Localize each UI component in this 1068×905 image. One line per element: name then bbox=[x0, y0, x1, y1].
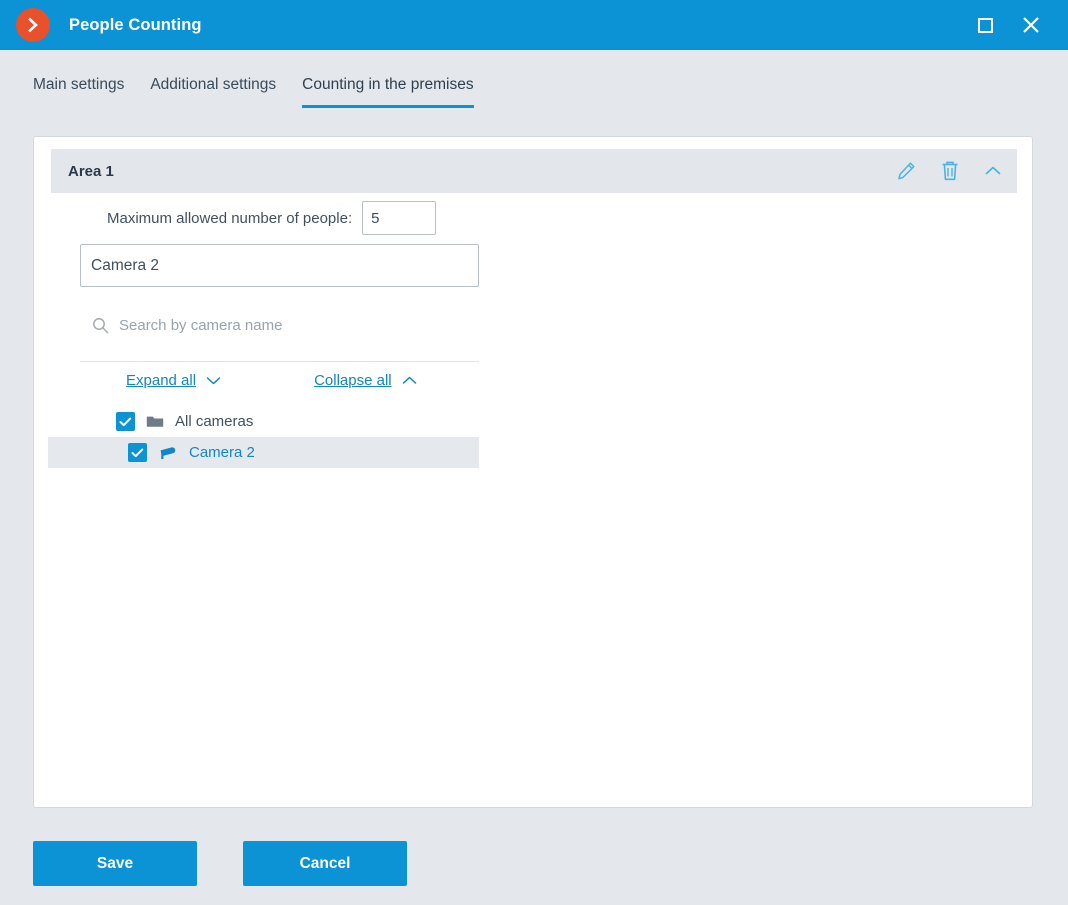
search-input[interactable] bbox=[119, 316, 449, 334]
tab-main-settings[interactable]: Main settings bbox=[33, 75, 124, 108]
camera-icon bbox=[160, 447, 176, 459]
area-actions bbox=[895, 159, 1003, 183]
check-icon bbox=[119, 417, 132, 426]
expand-collapse-bar: Expand all Collapse all bbox=[80, 361, 479, 399]
chevron-down-icon bbox=[206, 377, 221, 385]
camera-tree: All cameras Camera 2 bbox=[48, 406, 479, 468]
tree-row-all-cameras[interactable]: All cameras bbox=[48, 406, 479, 437]
close-button[interactable] bbox=[1008, 0, 1054, 50]
tree-label-camera-2: Camera 2 bbox=[189, 444, 255, 461]
close-icon bbox=[1023, 17, 1039, 33]
edit-area-button[interactable] bbox=[895, 160, 917, 182]
tab-bar: Main settings Additional settings Counti… bbox=[0, 50, 1068, 108]
max-people-input[interactable] bbox=[362, 201, 437, 235]
collapse-area-button[interactable] bbox=[983, 164, 1003, 178]
chevron-up-icon bbox=[985, 166, 1001, 175]
checkbox-camera-2[interactable] bbox=[128, 443, 147, 462]
maximize-button[interactable] bbox=[962, 0, 1008, 50]
max-people-row: Maximum allowed number of people: bbox=[107, 201, 437, 235]
expand-all-link[interactable]: Expand all bbox=[126, 372, 222, 389]
tree-row-camera-2[interactable]: Camera 2 bbox=[48, 437, 479, 468]
collapse-all-label: Collapse all bbox=[314, 372, 392, 389]
tab-additional-settings[interactable]: Additional settings bbox=[150, 75, 276, 108]
check-icon bbox=[131, 448, 144, 457]
window-controls bbox=[962, 0, 1068, 50]
expand-all-label: Expand all bbox=[126, 372, 197, 389]
checkbox-all-cameras[interactable] bbox=[116, 412, 135, 431]
pencil-icon bbox=[898, 162, 915, 180]
collapse-all-link[interactable]: Collapse all bbox=[314, 372, 418, 389]
search-icon bbox=[93, 317, 109, 333]
title-bar: People Counting bbox=[0, 0, 1068, 50]
area-header: Area 1 bbox=[51, 149, 1017, 193]
camera-search bbox=[80, 305, 479, 345]
max-people-label: Maximum allowed number of people: bbox=[107, 209, 353, 227]
folder-icon bbox=[146, 416, 164, 427]
save-button[interactable]: Save bbox=[33, 841, 197, 886]
tree-label-all-cameras: All cameras bbox=[175, 413, 254, 430]
area-name-input[interactable] bbox=[80, 244, 479, 287]
maximize-icon bbox=[977, 17, 993, 33]
trash-icon bbox=[942, 161, 958, 181]
delete-area-button[interactable] bbox=[939, 159, 961, 183]
page-title: People Counting bbox=[69, 15, 202, 34]
area-title: Area 1 bbox=[68, 162, 114, 180]
tab-counting-in-the-premises[interactable]: Counting in the premises bbox=[302, 75, 474, 108]
chevron-right-logo-icon bbox=[16, 8, 50, 42]
cancel-button[interactable]: Cancel bbox=[243, 841, 407, 886]
area-card: Area 1 Maximum allowed number of people:… bbox=[33, 136, 1033, 808]
chevron-up-icon bbox=[402, 376, 416, 384]
footer-actions: Save Cancel bbox=[33, 841, 407, 886]
